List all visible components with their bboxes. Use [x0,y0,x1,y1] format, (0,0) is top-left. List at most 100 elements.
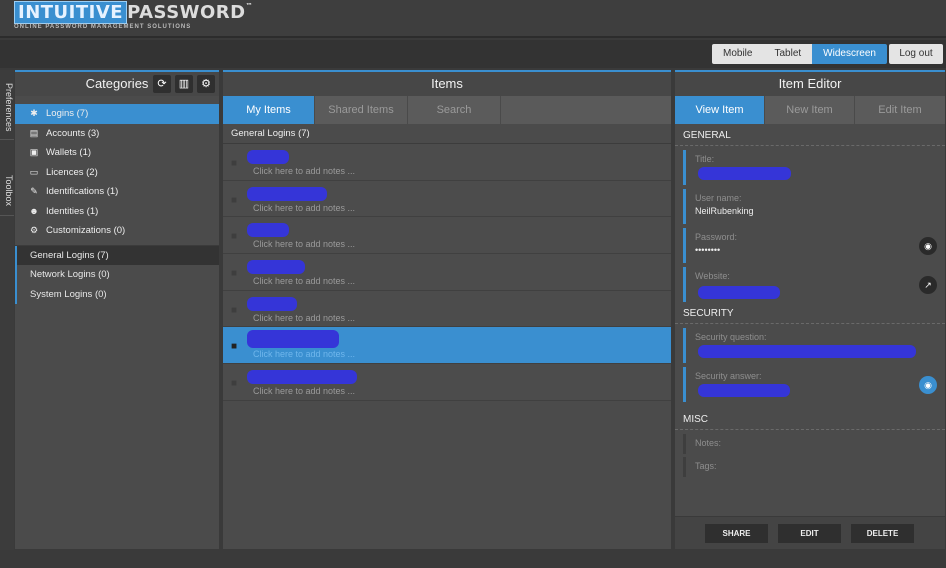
category-item[interactable]: ▤ Accounts (3) [15,124,219,144]
field-username[interactable]: User name: NeilRubenking [683,189,945,224]
field-website[interactable]: Website: ↗ [683,267,945,302]
field-notes[interactable]: Notes: [683,434,945,454]
field-tags[interactable]: Tags: [683,457,945,477]
item-editor-panel: Item Editor View Item New Item Edit Item… [675,70,945,549]
category-item[interactable]: ✱ Logins (7) [15,104,219,124]
subcategory-item[interactable]: Network Logins (0) [15,265,219,285]
field-security-answer[interactable]: Security answer: ◉ [683,367,945,402]
redacted-value [698,384,790,397]
item-row[interactable]: ■ Click here to add notes ... [223,144,671,181]
eye-icon[interactable]: ◉ [919,237,937,255]
logo-word-intuitive: INTUITIVE [14,1,128,24]
redacted-item-name [247,223,289,238]
tab-toolbox[interactable]: Toolbox [0,166,14,216]
tab-search[interactable]: Search [408,96,501,124]
field-password[interactable]: Password: •••••••• ◉ [683,228,945,263]
editor-actions: SHARE EDIT DELETE [675,516,945,549]
view-mobile-button[interactable]: Mobile [712,44,764,64]
item-list: ■ Click here to add notes ... ■ Click here … [223,144,671,401]
view-tablet-button[interactable]: Tablet [763,44,813,64]
category-label: Accounts (3) [46,127,100,139]
categories-title: Categories [85,76,149,91]
category-item[interactable]: ▣ Wallets (1) [15,143,219,163]
section-general: GENERAL [675,126,945,146]
category-label: Identifications (1) [46,186,119,197]
subcategory-item[interactable]: System Logins (0) [15,284,219,304]
tab-view-item[interactable]: View Item [675,96,765,124]
field-security-question-label: Security question: [695,332,767,342]
section-misc: MISC [675,410,945,430]
redacted-value [698,286,780,299]
asterisk-icon: ✱ [30,108,38,118]
field-username-value: NeilRubenking [695,206,754,216]
share-button[interactable]: SHARE [705,524,768,543]
items-group-header: General Logins (7) [223,124,671,144]
logo-trademark: ™ [245,2,254,10]
tab-preferences[interactable]: Preferences [0,76,14,140]
redacted-item-name [247,296,297,311]
item-notes-placeholder[interactable]: Click here to add notes ... [253,313,355,323]
card-icon: ▭ [29,166,39,177]
redacted-item-name [247,370,357,385]
category-item[interactable]: ✎ Identifications (1) [15,182,219,202]
field-security-question[interactable]: Security question: [683,328,945,363]
item-notes-placeholder[interactable]: Click here to add notes ... [253,166,355,176]
edit-button[interactable]: EDIT [778,524,841,543]
item-row[interactable]: ■ Click here to add notes ... [223,217,671,255]
item-row[interactable]: ■ Click here to add notes ... [223,364,671,401]
lock-icon: ■ [231,231,238,243]
eye-icon[interactable]: ◉ [919,376,937,394]
field-title[interactable]: Title: [683,150,945,185]
categories-panel: Categories ⟳ ▥ ⚙ ✱ Logins (7) ▤ Accounts (3… [15,70,219,549]
tab-my-items[interactable]: My Items [223,96,315,124]
tab-new-item[interactable]: New Item [765,96,855,124]
logo-tagline: ONLINE PASSWORD MANAGEMENT SOLUTIONS [14,24,192,30]
field-security-answer-label: Security answer: [695,371,762,381]
tab-edit-item[interactable]: Edit Item [855,96,945,124]
field-username-label: User name: [695,193,742,203]
redacted-item-name [247,186,327,201]
subcategory-item[interactable]: General Logins (7) [15,245,219,265]
items-title: Items [223,72,671,96]
item-notes-placeholder[interactable]: Click here to add notes ... [253,349,355,359]
category-item[interactable]: ▭ Licences (2) [15,163,219,183]
external-link-icon[interactable]: ↗ [919,276,937,294]
view-switcher: Mobile Tablet Widescreen [712,44,887,64]
key-icon: ✎ [30,186,38,196]
item-notes-placeholder[interactable]: Click here to add notes ... [253,276,355,286]
section-security: SECURITY [675,304,945,324]
view-widescreen-button[interactable]: Widescreen [812,44,887,64]
item-row[interactable]: ■ Click here to add notes ... [223,327,671,365]
lock-icon: ■ [231,158,238,169]
wallet-icon: ▣ [29,147,39,157]
item-row[interactable]: ■ Click here to add notes ... [223,254,671,291]
app-header: INTUITIVE PASSWORD™ ONLINE PASSWORD MANAG… [0,0,946,38]
item-notes-placeholder[interactable]: Click here to add notes ... [253,239,355,249]
top-bar: Mobile Tablet Widescreen Log out [0,40,946,68]
book-icon[interactable]: ▥ [175,75,193,93]
redacted-item-name [247,330,339,349]
gear-icon[interactable]: ⚙ [197,75,215,93]
redacted-item-name [247,150,289,164]
app-logo: INTUITIVE PASSWORD™ ONLINE PASSWORD MANAG… [14,1,254,30]
lock-icon: ■ [231,341,238,353]
category-label: Licences (2) [46,166,98,178]
item-row[interactable]: ■ Click here to add notes ... [223,180,671,218]
lock-icon: ■ [231,378,238,390]
items-tabs: My Items Shared Items Search [223,96,671,124]
cogs-icon: ⚙ [29,225,39,235]
tab-shared-items[interactable]: Shared Items [315,96,408,124]
refresh-icon[interactable]: ⟳ [153,75,171,93]
category-label: Wallets (1) [46,147,92,158]
item-notes-placeholder[interactable]: Click here to add notes ... [253,386,355,396]
delete-button[interactable]: DELETE [851,524,914,543]
field-password-value: •••••••• [695,245,721,255]
lock-icon: ■ [231,268,238,280]
logout-button[interactable]: Log out [889,44,943,64]
users-icon: ☻ [29,205,39,216]
item-row[interactable]: ■ Click here to add notes ... [223,290,671,328]
category-item[interactable]: ⚙ Customizations (0) [15,221,219,241]
category-item[interactable]: ☻ Identities (1) [15,202,219,222]
item-notes-placeholder[interactable]: Click here to add notes ... [253,203,355,213]
category-label: Identities (1) [46,205,99,217]
